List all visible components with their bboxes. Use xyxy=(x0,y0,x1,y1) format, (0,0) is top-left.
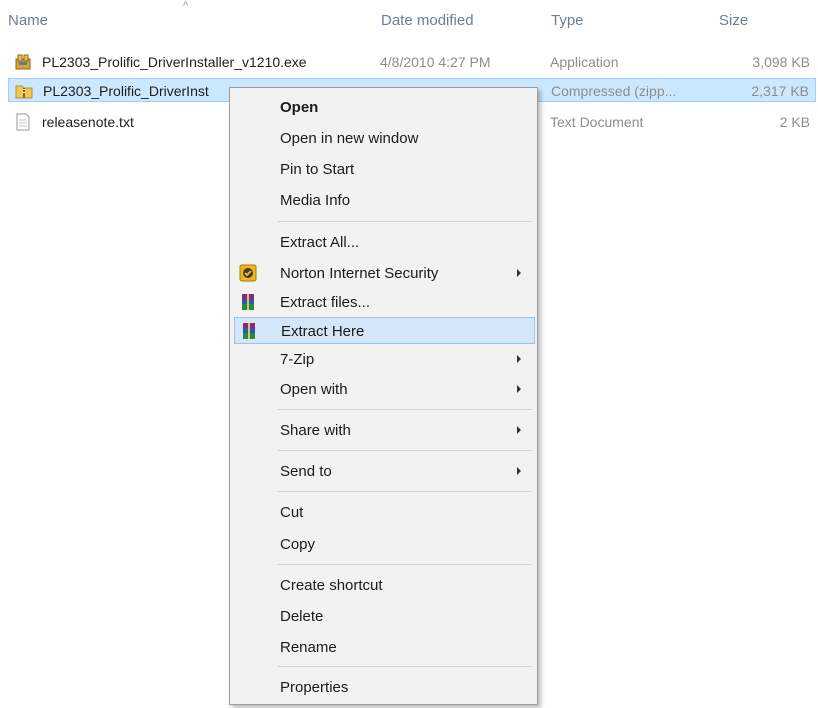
context-menu: Open Open in new window Pin to Start Med… xyxy=(229,87,538,705)
file-row[interactable]: PL2303_Prolific_DriverInstaller_v1210.ex… xyxy=(8,50,816,74)
column-header-name[interactable]: Name xyxy=(8,12,48,29)
menu-item-label: Create shortcut xyxy=(280,577,383,594)
menu-item-label: Open in new window xyxy=(280,130,419,147)
menu-item-label: Send to xyxy=(280,463,332,480)
menu-item-pin-to-start[interactable]: Pin to Start xyxy=(234,156,535,183)
menu-item-cut[interactable]: Cut xyxy=(234,499,535,526)
menu-item-extract-here[interactable]: Extract Here xyxy=(234,317,535,344)
menu-item-label: Share with xyxy=(280,422,351,439)
menu-item-share-with[interactable]: Share with xyxy=(234,417,535,444)
menu-item-send-to[interactable]: Send to xyxy=(234,458,535,485)
menu-item-label: Copy xyxy=(280,536,316,553)
menu-item-label: Properties xyxy=(280,679,349,696)
menu-item-label: Norton Internet Security xyxy=(280,265,439,282)
column-header-size[interactable]: Size xyxy=(719,12,748,29)
norton-icon xyxy=(239,264,257,282)
column-header-type[interactable]: Type xyxy=(551,12,584,29)
text-file-icon xyxy=(16,113,30,131)
column-header-row: Name ^ Date modified Type Size xyxy=(0,0,818,40)
menu-item-label: Extract Here xyxy=(281,323,365,340)
installer-icon xyxy=(15,54,31,70)
menu-separator xyxy=(278,666,532,667)
menu-item-norton-internet-security[interactable]: Norton Internet Security xyxy=(234,260,535,287)
menu-separator xyxy=(278,450,532,451)
menu-item-label: Extract files... xyxy=(280,294,371,311)
file-size: 2,317 KB xyxy=(751,83,809,99)
menu-item-open-in-new-window[interactable]: Open in new window xyxy=(234,125,535,152)
menu-item-label: Pin to Start xyxy=(280,161,355,178)
menu-item-label: Delete xyxy=(280,608,324,625)
menu-item-rename[interactable]: Rename xyxy=(234,634,535,661)
submenu-arrow-icon xyxy=(517,355,521,363)
file-type: Compressed (zipp... xyxy=(551,83,677,99)
menu-item-media-info[interactable]: Media Info xyxy=(234,187,535,214)
winrar-icon xyxy=(242,294,254,310)
menu-item-label: Media Info xyxy=(280,192,351,209)
submenu-arrow-icon xyxy=(517,467,521,475)
menu-separator xyxy=(278,409,532,410)
menu-item-delete[interactable]: Delete xyxy=(234,603,535,630)
file-type: Text Document xyxy=(550,114,644,130)
menu-item-open-with[interactable]: Open with xyxy=(234,376,535,403)
menu-item-label: Extract All... xyxy=(280,234,360,251)
submenu-arrow-icon xyxy=(517,426,521,434)
file-type: Application xyxy=(550,54,619,70)
submenu-arrow-icon xyxy=(517,269,521,277)
menu-item-7-zip[interactable]: 7-Zip xyxy=(234,346,535,373)
menu-item-label: Cut xyxy=(280,504,304,521)
column-header-date-modified[interactable]: Date modified xyxy=(381,12,474,29)
menu-item-copy[interactable]: Copy xyxy=(234,531,535,558)
menu-separator xyxy=(278,491,532,492)
menu-item-open[interactable]: Open xyxy=(234,94,535,121)
menu-item-label: Rename xyxy=(280,639,337,656)
menu-item-label: Open with xyxy=(280,381,348,398)
menu-separator xyxy=(278,564,532,565)
file-size: 3,098 KB xyxy=(752,54,810,70)
winrar-icon xyxy=(243,323,255,339)
submenu-arrow-icon xyxy=(517,385,521,393)
file-date: 4/8/2010 4:27 PM xyxy=(380,54,491,70)
menu-separator xyxy=(278,221,532,222)
file-size: 2 KB xyxy=(779,114,810,130)
menu-item-label: 7-Zip xyxy=(280,351,315,368)
menu-item-properties[interactable]: Properties xyxy=(234,674,535,701)
sort-indicator-icon: ^ xyxy=(183,0,189,12)
menu-item-create-shortcut[interactable]: Create shortcut xyxy=(234,572,535,599)
menu-item-extract-all[interactable]: Extract All... xyxy=(234,229,535,256)
menu-item-extract-files[interactable]: Extract files... xyxy=(234,289,535,316)
zip-folder-icon xyxy=(15,85,33,99)
menu-item-label: Open xyxy=(280,99,319,116)
